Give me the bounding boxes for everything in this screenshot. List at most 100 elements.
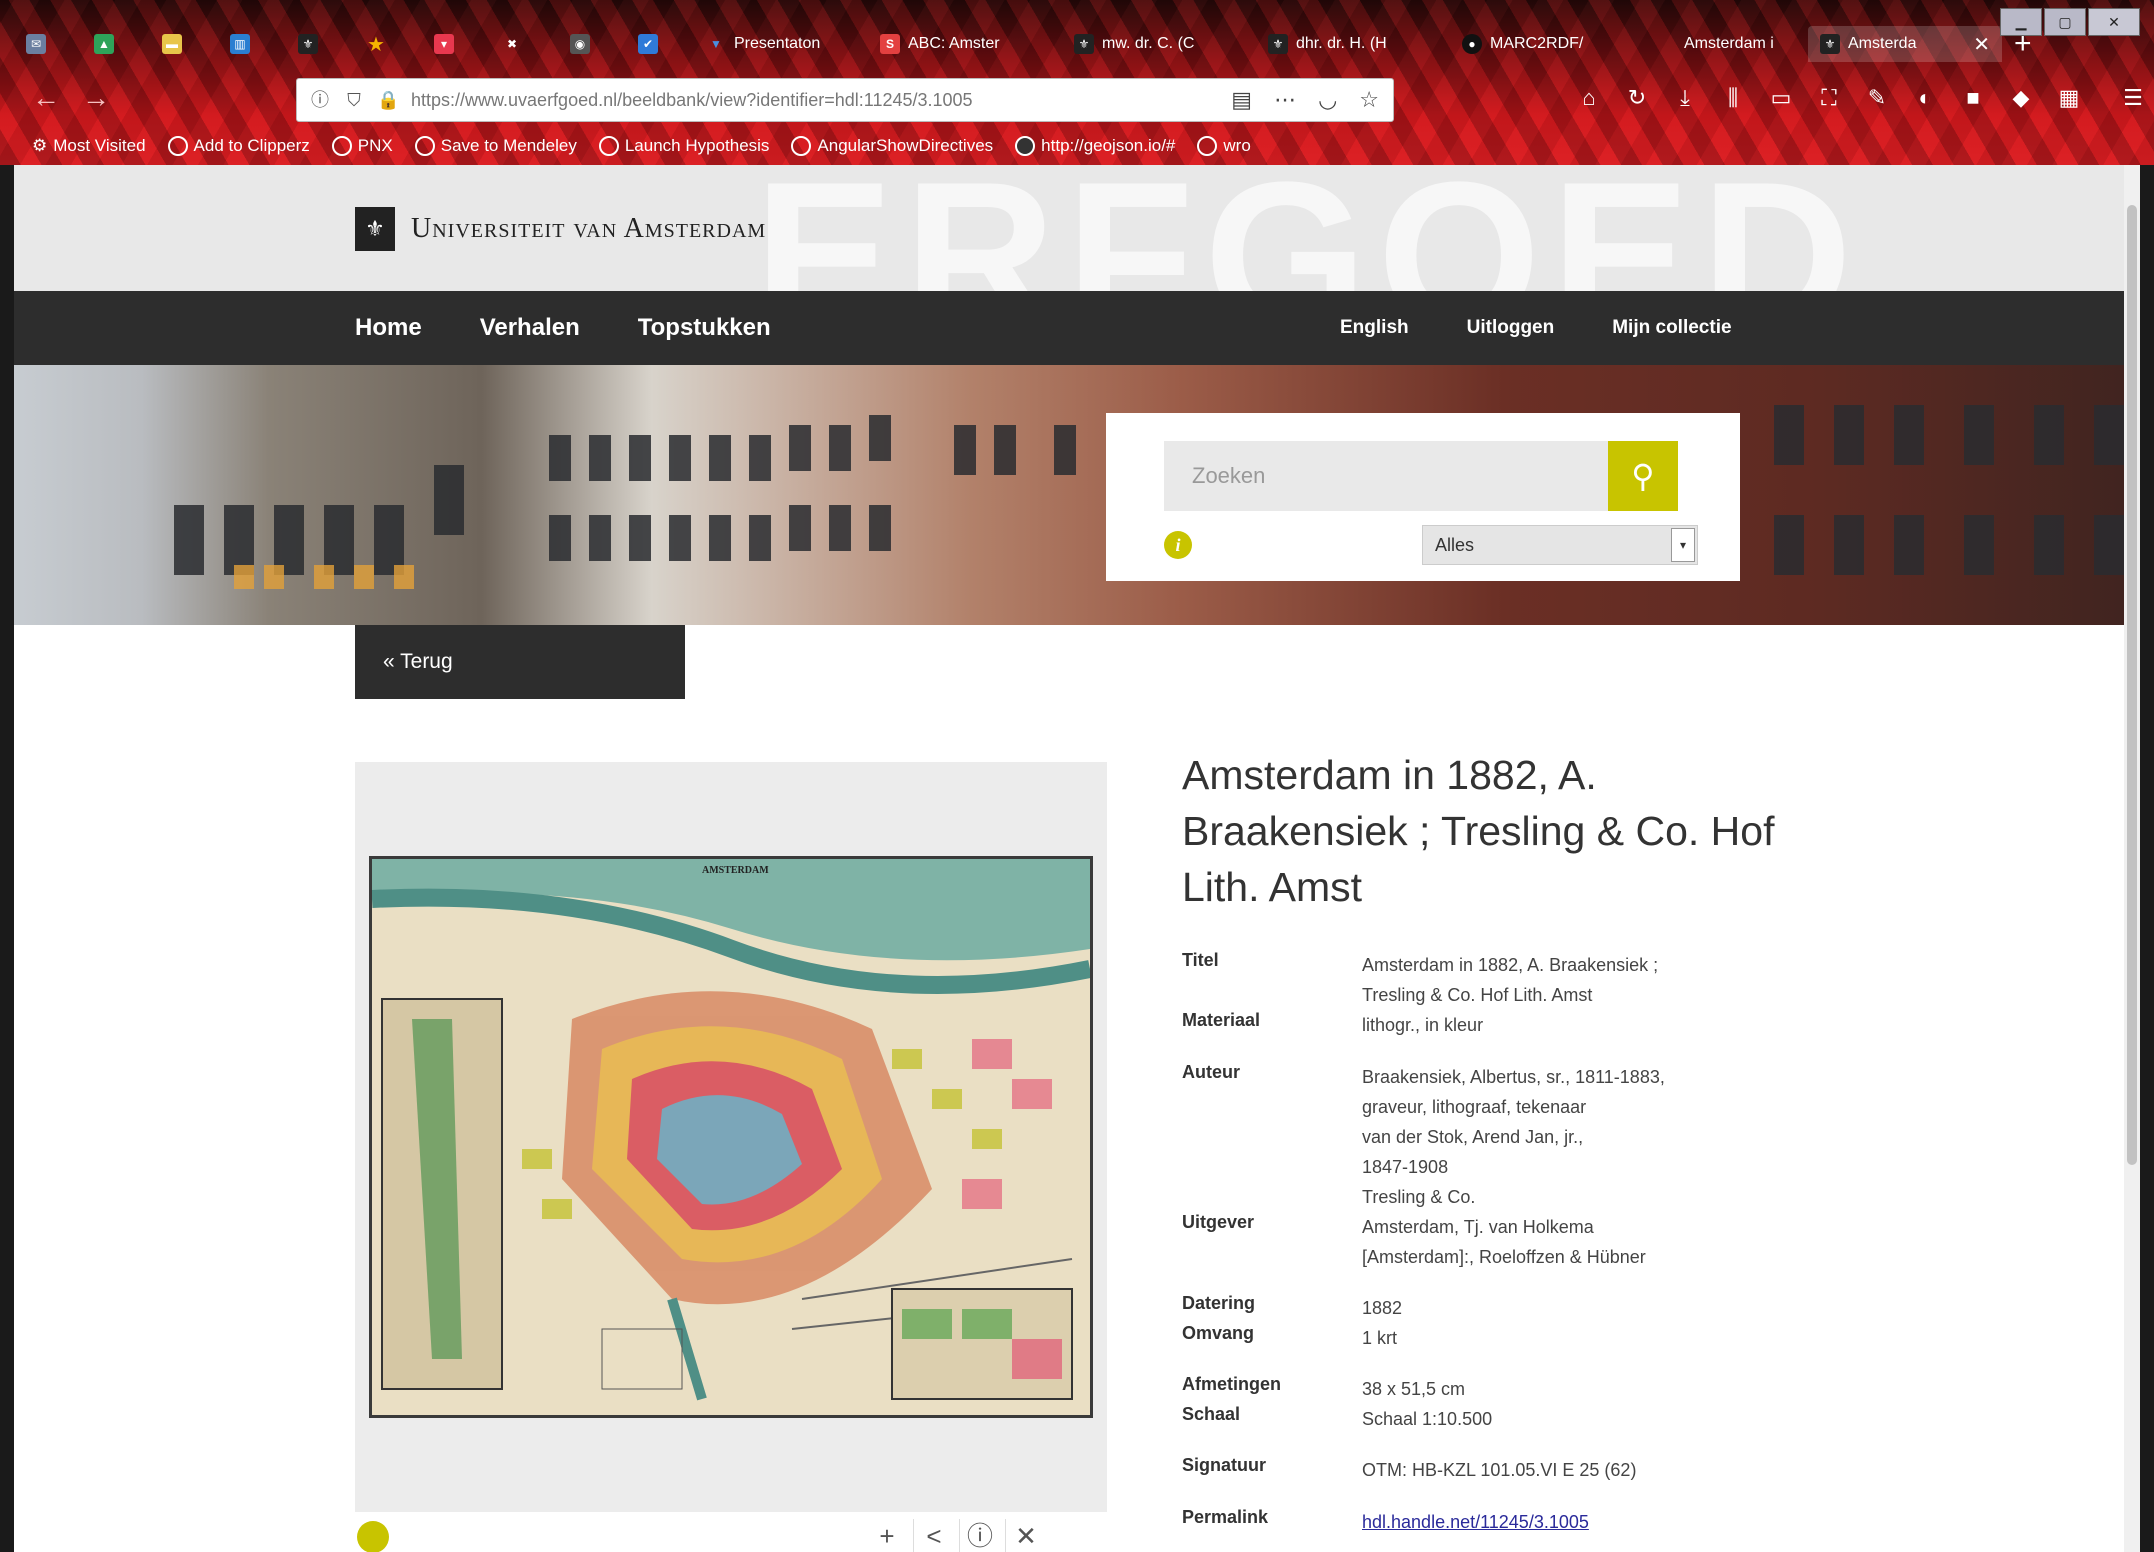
nav-verhalen[interactable]: Verhalen [480,314,580,342]
tab-amsterdam-1[interactable]: Amsterdam i [1644,26,1808,62]
pocket-save-icon[interactable]: ◡ [1318,87,1337,113]
check-icon: ✔ [638,34,658,54]
search-input[interactable]: Zoeken [1164,441,1608,511]
menu-icon[interactable]: ☰ [2119,84,2147,112]
forward-arrow-icon[interactable]: → [80,82,112,114]
minimize-button[interactable]: ▁ [2000,8,2042,36]
uva-logo[interactable]: ⚜ Universiteit van Amsterdam [355,207,766,251]
screen: ✉ ▲ ▬ ▥ ⚜ ★ ▾ ✖ ◉ ✔ ▼ Presentaton S ABC: A… [0,0,2154,1552]
share-icon[interactable]: < [913,1519,954,1552]
extension-icon[interactable]: ◐ [1911,84,1939,112]
tab-pin[interactable]: ✖ [490,26,558,62]
page-scrollbar[interactable] [2124,165,2140,1552]
address-bar[interactable]: ⓘ ⛉ 🔒 https://www.uvaerfgoed.nl/beeldban… [296,78,1394,122]
gear-icon: ⚙ [32,136,48,155]
field-key: Omvang [1182,1323,1255,1343]
bookmark-angular[interactable]: AngularShowDirectives [791,136,993,156]
nav-topstukken[interactable]: Topstukken [638,314,771,342]
apps-grid-icon[interactable]: ▦ [2055,84,2083,112]
tab-amsterdam-active[interactable]: ⚜ Amsterda ✕ [1808,26,2002,62]
home-icon[interactable]: ⌂ [1575,84,1603,112]
back-button[interactable]: « Terug [355,625,685,699]
field-line: 1847-1908 [1362,1157,1449,1177]
bookmark-label: PNX [357,136,393,155]
globe-icon [791,136,812,156]
bookmark-wro[interactable]: wro [1197,136,1251,156]
tab-folder[interactable]: ▬ [150,26,218,62]
bookmark-mendeley[interactable]: Save to Mendeley [414,136,577,156]
maximize-button[interactable]: ▢ [2044,8,2086,36]
dropbox-icon[interactable]: ◆ [2007,84,2035,112]
tab-mail[interactable]: ✉ [14,26,82,62]
nav-uitloggen[interactable]: Uitloggen [1467,317,1555,339]
back-arrow-icon[interactable]: ← [30,82,62,114]
lock-icon[interactable]: 🔒 [377,89,399,111]
bookmark-most-visited[interactable]: ⚙ Most Visited [32,136,146,156]
info-icon[interactable]: i [1164,531,1192,559]
bookmark-hypothesis[interactable]: Launch Hypothesis [598,136,769,156]
library-icon[interactable]: ⫼ [1719,84,1747,112]
bookmark-star-icon[interactable]: ☆ [1359,87,1379,113]
field-value: 1882 [1362,1293,1742,1323]
field-value: Amsterdam in 1882, A. Braakensiek ; Tresl… [1362,950,1742,1010]
tab-presentaton[interactable]: ▼ Presentaton [694,26,868,62]
nav-english[interactable]: English [1340,317,1409,339]
bookmark-clipperz[interactable]: Add to Clipperz [167,136,310,156]
tab-app[interactable]: ◉ [558,26,626,62]
shield-icon[interactable]: ⛉ [343,89,365,111]
sidebar-icon[interactable]: ▭ [1767,84,1795,112]
tab-mw[interactable]: ⚜ mw. dr. C. (C [1062,26,1256,62]
scrollbar-thumb[interactable] [2127,205,2137,1165]
historic-map-illustration: AMSTERDAM [372,859,1090,1415]
info-icon[interactable]: ⓘ [309,89,331,111]
field-line: [Amsterdam]:, Roeloffzen & Hübner [1362,1247,1646,1267]
field-key: Schaal [1182,1404,1241,1424]
info-circle-icon[interactable]: ⓘ [959,1519,1000,1552]
chevron-down-icon: ▾ [1671,528,1695,562]
tab-trello[interactable]: ▥ [218,26,286,62]
reload-icon[interactable]: ↻ [1623,84,1651,112]
tab-dhr[interactable]: ⚜ dhr. dr. H. (H [1256,26,1450,62]
tab-star[interactable]: ★ [354,26,422,62]
close-window-button[interactable]: ✕ [2088,8,2140,36]
pen-icon[interactable]: ✎ [1863,84,1891,112]
web-page: ERFGOED ⚜ Universiteit van Amsterdam Hom… [14,165,2140,1552]
tab-uva[interactable]: ⚜ [286,26,354,62]
tab-marc2rdf[interactable]: ● MARC2RDF/ [1450,26,1644,62]
bookmark-pnx[interactable]: PNX [331,136,393,156]
download-icon[interactable]: ⤓ [1671,84,1699,112]
site-header: ERFGOED ⚜ Universiteit van Amsterdam [14,165,2140,291]
nav-home[interactable]: Home [355,314,422,342]
map-image[interactable]: AMSTERDAM [369,856,1093,1418]
tab-check[interactable]: ✔ [626,26,694,62]
status-dot-icon [357,1521,389,1552]
nav-mijn-collectie[interactable]: Mijn collectie [1612,317,1731,339]
pocket-icon: ▾ [434,34,454,54]
field-line: Braakensiek, Albertus, sr., 1811-1883, [1362,1067,1665,1087]
app-icon: ◉ [570,34,590,54]
field-key: Afmetingen [1182,1374,1281,1394]
bookmark-label: Add to Clipperz [193,136,310,155]
permalink-link[interactable]: hdl.handle.net/11245/3.1005 [1362,1507,1742,1537]
page-actions-icon[interactable]: ⋯ [1274,87,1296,113]
bookmark-geojson[interactable]: http://geojson.io/# [1015,136,1175,156]
facade-illustration [174,405,2124,589]
search-scope-select[interactable]: Alles ▾ [1422,525,1698,565]
tab-pocket[interactable]: ▾ [422,26,490,62]
field-value: OTM: HB-KZL 101.05.VI E 25 (62) [1362,1455,1742,1485]
tab-abc[interactable]: S ABC: Amster [868,26,1062,62]
close-tab-icon[interactable]: ✕ [1973,32,1990,57]
field-line: graveur, lithograaf, tekenaar [1362,1097,1587,1117]
field-value: 38 x 51,5 cm [1362,1374,1742,1404]
fullscreen-icon[interactable]: ✕ [1005,1519,1046,1552]
tab-drive[interactable]: ▲ [82,26,150,62]
field-key: Signatuur [1182,1455,1266,1475]
record-icon[interactable]: ■ [1959,84,1987,112]
zoom-in-icon[interactable]: + [867,1519,907,1552]
pdf-icon[interactable]: ⛶ [1815,84,1843,112]
reader-view-icon[interactable]: ▤ [1231,87,1252,113]
bookmark-label: wro [1223,136,1251,155]
image-viewer[interactable]: AMSTERDAM [355,762,1107,1512]
url-text[interactable]: https://www.uvaerfgoed.nl/beeldbank/view… [411,90,1231,111]
search-button[interactable]: ⚲ [1608,441,1678,511]
